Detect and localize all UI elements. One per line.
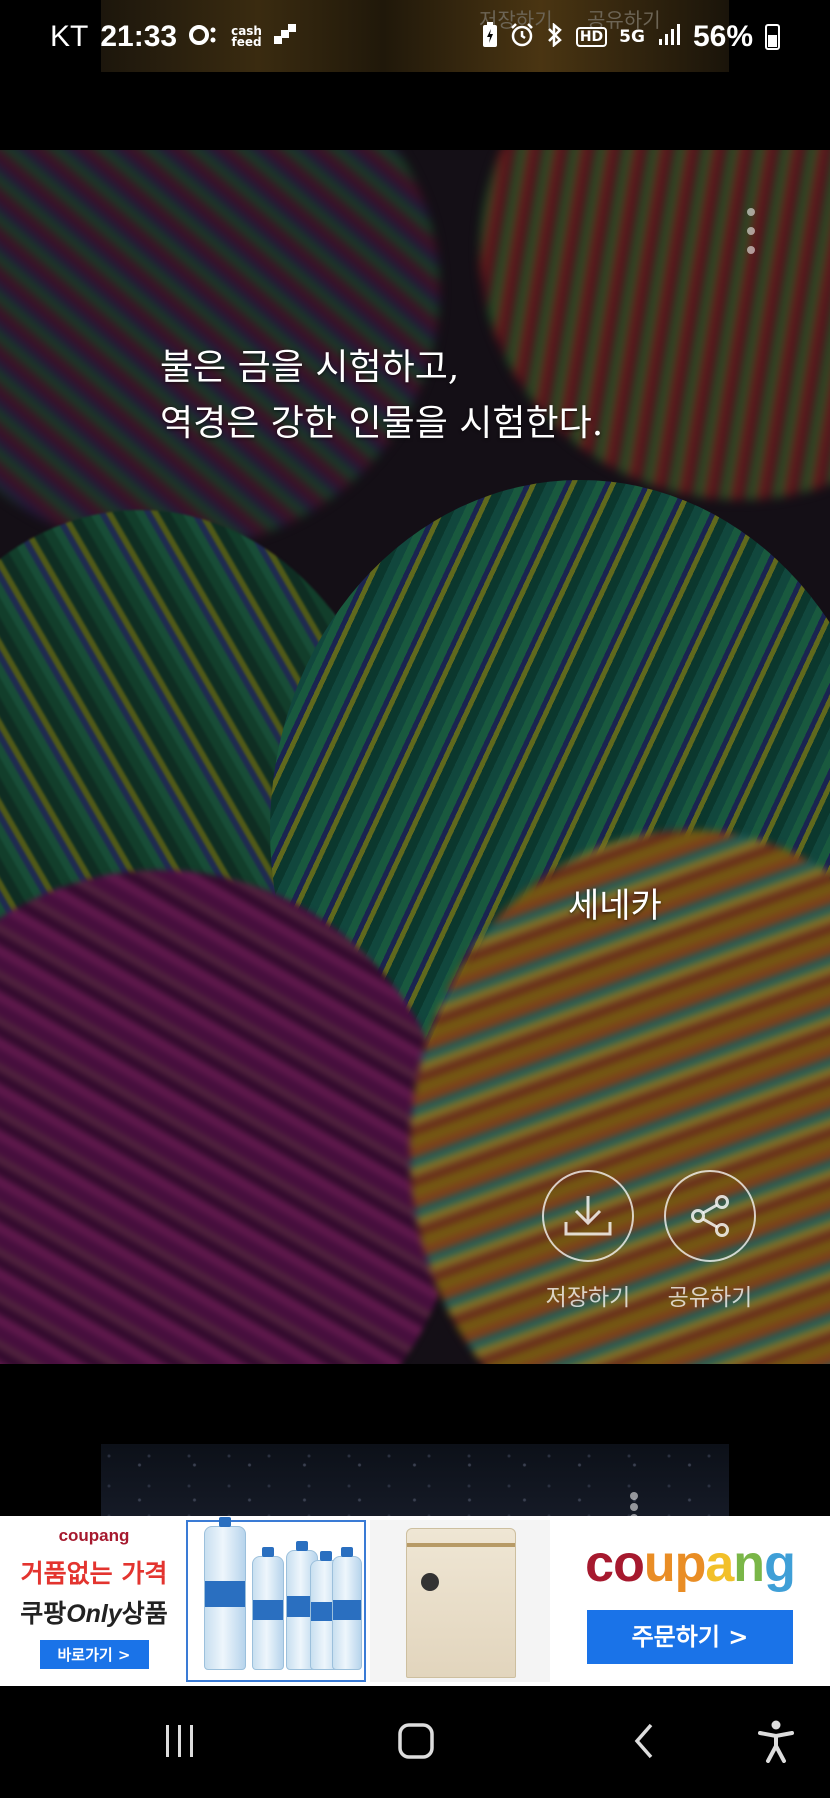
quote-author: 세네카 (568, 886, 662, 926)
back-button[interactable] (615, 1716, 675, 1766)
signal-icon (657, 23, 681, 51)
battery-icon (765, 24, 780, 50)
rice-product-image[interactable] (370, 1520, 550, 1682)
navigation-bar (0, 1686, 830, 1798)
coupang-brand-panel[interactable]: coupang 주문하기 > (556, 1520, 824, 1682)
order-button[interactable]: 주문하기 > (587, 1610, 793, 1664)
download-icon (542, 1170, 634, 1262)
share-icon (664, 1170, 756, 1262)
ad-promo-panel[interactable]: coupang 거품없는 가격 쿠팡Only상품 바로가기 > (6, 1520, 182, 1682)
coupang-mini-logo: coupang (58, 1526, 130, 1545)
save-label: 저장하기 (545, 1285, 631, 1311)
alarm-icon (510, 23, 534, 51)
clock: 21:33 (100, 20, 178, 53)
save-button[interactable]: 저장하기 (538, 1170, 638, 1312)
battery-percent: 56% (692, 20, 753, 53)
cashfeed-icon: cash feed (231, 24, 262, 49)
go-button[interactable]: 바로가기 > (39, 1640, 149, 1669)
quote-card[interactable]: 불은 금을 시험하고, 역경은 강한 인물을 시험한다. 세네카 저장하기 공유… (0, 150, 830, 1364)
next-card-peek[interactable] (101, 1444, 729, 1522)
rice-bag-graphic (406, 1528, 516, 1678)
recents-icon (166, 1725, 193, 1757)
bluetooth-icon (546, 22, 564, 51)
ad-headline: 거품없는 가격 (20, 1559, 168, 1588)
sync-icon (189, 24, 219, 50)
recent-apps-button[interactable] (150, 1716, 210, 1766)
accessibility-button[interactable] (748, 1716, 804, 1766)
home-icon (398, 1723, 434, 1759)
accessibility-icon (758, 1720, 794, 1763)
bottle-graphic (252, 1547, 284, 1670)
home-button[interactable] (386, 1716, 446, 1766)
ad-subline: 쿠팡Only상품 (20, 1599, 168, 1628)
status-bar: 저장하기 공유하기 KT 21:33 cash feed HD 5G 56% (0, 0, 830, 80)
bottle-graphic (332, 1547, 362, 1670)
back-icon (634, 1723, 653, 1759)
coupang-logo: coupang (585, 1535, 796, 1593)
water-product-image[interactable] (186, 1517, 366, 1682)
more-options-icon[interactable] (744, 208, 758, 254)
share-button[interactable]: 공유하기 (660, 1170, 760, 1312)
quote-text: 불은 금을 시험하고, 역경은 강한 인물을 시험한다. (160, 347, 604, 444)
battery-saver-icon (482, 22, 498, 52)
carrier-label: KT (50, 20, 89, 53)
share-label: 공유하기 (667, 1285, 753, 1311)
steps-icon (273, 24, 296, 50)
ad-banner[interactable]: coupang 거품없는 가격 쿠팡Only상품 바로가기 > coupang … (0, 1516, 830, 1686)
bottle-graphic (204, 1517, 246, 1670)
network-type-icon: 5G (619, 27, 645, 47)
hd-voice-icon: HD (575, 27, 608, 47)
